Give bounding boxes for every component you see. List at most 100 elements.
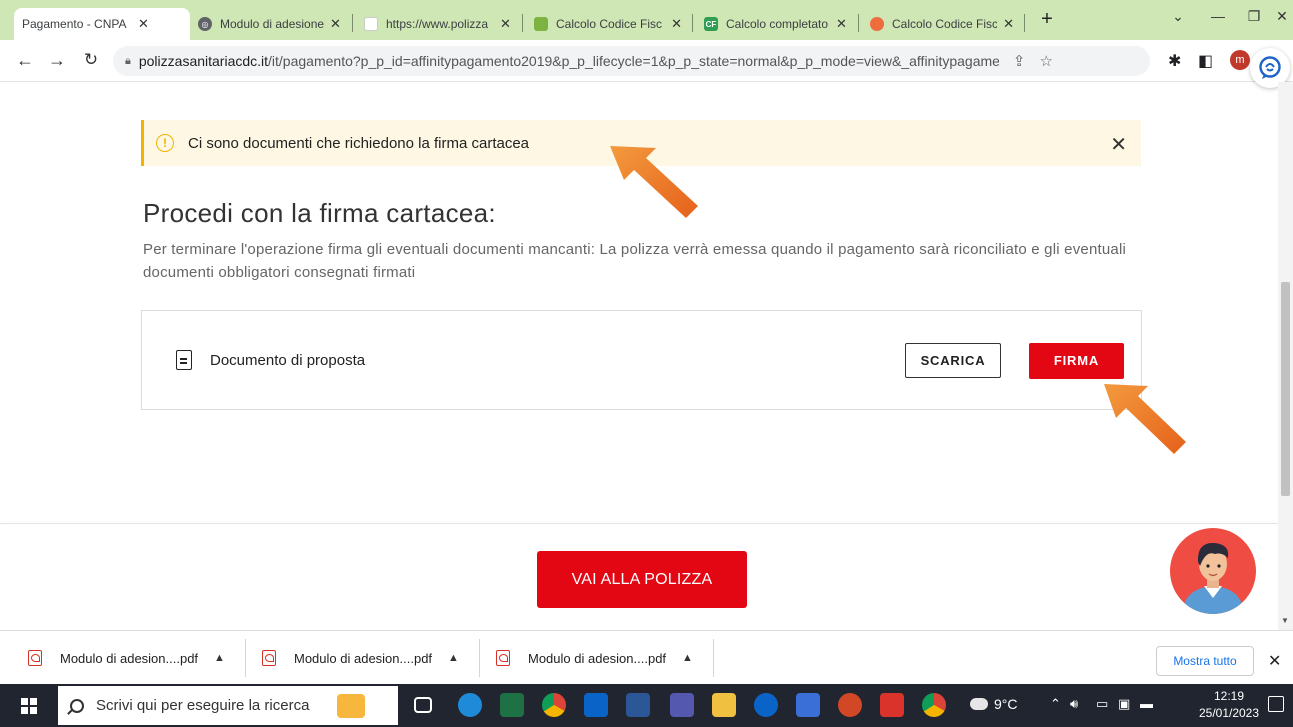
chrome-icon[interactable] [542, 693, 566, 717]
tab-title: Calcolo Codice Fisc [556, 17, 663, 31]
calc-icon [534, 17, 548, 31]
word-icon[interactable] [626, 693, 650, 717]
excel-icon[interactable] [500, 693, 524, 717]
side-panel-icon[interactable]: ◧ [1198, 51, 1213, 71]
search-icon [70, 698, 84, 713]
back-button[interactable]: ← [14, 49, 36, 71]
tab-close-icon[interactable]: ✕ [671, 16, 682, 32]
go-to-policy-button[interactable]: VAI ALLA POLIZZA [537, 551, 747, 608]
tab-title: Modulo di adesione [220, 17, 324, 31]
assistant-avatar[interactable] [1170, 528, 1256, 614]
forward-button[interactable]: → [46, 49, 68, 71]
download-item[interactable]: Modulo di adesion....pdf ▲ [28, 646, 225, 670]
bookmark-star-icon[interactable]: ☆ [1039, 52, 1052, 70]
volume-icon[interactable]: 🔊︎ [1070, 696, 1078, 712]
start-button[interactable] [0, 684, 58, 727]
task-view-icon[interactable] [414, 697, 432, 713]
meet-icon[interactable]: ▣ [1118, 696, 1130, 712]
clock-date: 25/01/2023 [1198, 706, 1260, 720]
pdf-file-icon [262, 650, 276, 666]
temperature: 9°C [994, 696, 1018, 712]
tab-polizza-url[interactable]: https://www.polizza ✕ [356, 8, 520, 40]
tab-title: https://www.polizza [386, 17, 489, 31]
browser-toolbar: ← → ↻ 🔒︎ polizzasanitariacdc.it/it/pagam… [0, 40, 1293, 82]
taskbar-search-box[interactable]: Scrivi qui per eseguire la ricerca [58, 686, 398, 725]
download-separator [713, 639, 714, 677]
chat-app-icon[interactable] [754, 693, 778, 717]
notifications-icon[interactable] [1268, 696, 1284, 712]
download-separator [479, 639, 480, 677]
chrome-profile-icon[interactable] [922, 693, 946, 717]
chevron-up-tray-icon[interactable]: ⌃ [1050, 696, 1061, 712]
windows-logo-icon [21, 697, 37, 714]
cloud-icon [970, 698, 988, 710]
tab-close-icon[interactable]: ✕ [836, 16, 847, 32]
file-explorer-icon[interactable] [712, 693, 736, 717]
extensions-puzzle-icon[interactable]: ✱ [1168, 51, 1181, 71]
outlook-icon[interactable] [584, 693, 608, 717]
page-description: Per terminare l'operazione firma gli eve… [143, 241, 1127, 281]
download-shelf: Modulo di adesion....pdf ▲ Modulo di ade… [0, 630, 1293, 684]
tab-calcolo-codice-fiscale[interactable]: Calcolo Codice Fisc ✕ [526, 8, 690, 40]
annotation-arrow-alert [610, 146, 698, 218]
chevron-up-icon[interactable]: ▲ [682, 652, 693, 664]
pdf-file-icon [496, 650, 510, 666]
tab-separator [352, 14, 353, 32]
tab-pagamento[interactable]: Pagamento - CNPA ✕ [14, 8, 190, 40]
network-icon[interactable]: ▭ [1096, 696, 1108, 712]
show-all-downloads-button[interactable]: Mostra tutto [1156, 646, 1254, 676]
taskbar-clock[interactable]: 12:19 25/01/2023 [1196, 688, 1262, 722]
tab-calcolo-codice-fiscale-2[interactable]: Calcolo Codice Fisc ✕ [862, 8, 1022, 40]
tab-close-icon[interactable]: ✕ [1003, 16, 1014, 32]
profile-avatar[interactable]: m [1230, 50, 1250, 70]
share-icon[interactable]: ⇪ [1013, 52, 1026, 70]
tab-separator [858, 14, 859, 32]
tab-title: Pagamento - CNPA [22, 17, 127, 31]
warning-icon: ! [156, 134, 174, 152]
battery-icon[interactable]: ▬ [1140, 696, 1153, 711]
weather-widget[interactable]: 9°C [970, 696, 1018, 712]
tab-title: Calcolo completato [726, 17, 829, 31]
download-filename: Modulo di adesion....pdf [528, 650, 667, 666]
scroll-down-arrow-icon[interactable]: ▼ [1281, 616, 1289, 625]
alert-close-icon[interactable]: ✕ [1110, 132, 1127, 157]
tab-calcolo-completato[interactable]: CF Calcolo completato ✕ [696, 8, 856, 40]
address-bar[interactable]: 🔒︎ polizzasanitariacdc.it/it/pagamento?p… [113, 46, 1150, 76]
edge-browser-icon[interactable] [458, 693, 482, 717]
tab-separator [1024, 14, 1025, 32]
search-placeholder: Scrivi qui per eseguire la ricerca [96, 697, 310, 714]
notes-app-icon[interactable] [796, 693, 820, 717]
page-scrollbar[interactable]: ▼ [1278, 82, 1293, 630]
download-item[interactable]: Modulo di adesion....pdf ▲ [496, 646, 693, 670]
scrollbar-thumb[interactable] [1281, 282, 1290, 496]
download-item[interactable]: Modulo di adesion....pdf ▲ [262, 646, 459, 670]
sign-document-button[interactable]: FIRMA [1029, 343, 1124, 379]
minimize-button[interactable]: — [1198, 8, 1238, 32]
cf-icon: CF [704, 17, 718, 31]
new-tab-button[interactable]: + [1035, 8, 1059, 32]
download-filename: Modulo di adesion....pdf [60, 650, 199, 666]
close-window-button[interactable]: ✕ [1262, 8, 1293, 32]
tab-close-icon[interactable]: ✕ [330, 16, 341, 32]
clock-time: 12:19 [1213, 689, 1245, 703]
tab-separator [692, 14, 693, 32]
tab-close-icon[interactable]: ✕ [138, 16, 149, 32]
tab-close-icon[interactable]: ✕ [500, 16, 511, 32]
tab-search-chevron-icon[interactable]: ⌄ [1158, 8, 1198, 32]
powerpoint-icon[interactable] [838, 693, 862, 717]
acrobat-icon[interactable] [880, 693, 904, 717]
close-download-shelf-icon[interactable]: ✕ [1268, 651, 1281, 671]
url-text: polizzasanitariacdc.it/it/pagamento?p_p_… [138, 53, 999, 69]
lock-icon: 🔒︎ [125, 54, 131, 67]
document-label: Documento di proposta [210, 352, 366, 369]
reload-button[interactable]: ↻ [80, 49, 102, 71]
chevron-up-icon[interactable]: ▲ [448, 652, 459, 664]
tab-modulo-adesione[interactable]: ◎ Modulo di adesione ✕ [190, 8, 350, 40]
teams-icon[interactable] [670, 693, 694, 717]
globe-icon: ◎ [198, 17, 212, 31]
download-document-button[interactable]: SCARICA [905, 343, 1001, 378]
tab-title: Calcolo Codice Fisc [892, 17, 998, 31]
chevron-up-icon[interactable]: ▲ [214, 652, 225, 664]
tab-separator [522, 14, 523, 32]
alert-text: Ci sono documenti che richiedono la firm… [188, 134, 530, 152]
